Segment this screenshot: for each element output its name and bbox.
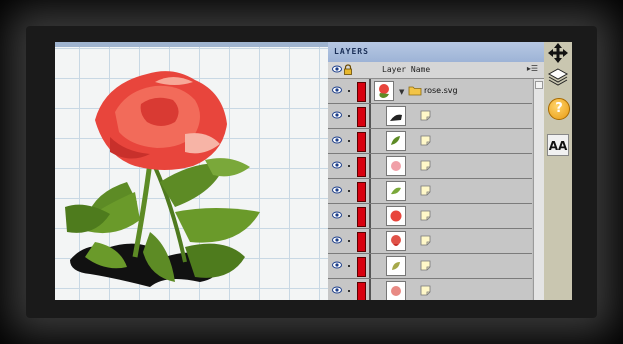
panel-title: LAYERS <box>328 42 544 62</box>
lock-toggle[interactable] <box>348 240 350 242</box>
expand-arrow-icon[interactable]: ▼ <box>399 88 404 96</box>
eye-icon[interactable] <box>332 286 342 294</box>
note-icon[interactable] <box>420 210 431 221</box>
note-icon[interactable] <box>420 135 431 146</box>
layer-thumbnail <box>386 106 406 126</box>
help-icon[interactable]: ? <box>548 98 570 120</box>
layer-row[interactable] <box>328 154 532 179</box>
text-size-button[interactable]: AA <box>547 134 569 156</box>
layer-row[interactable] <box>328 204 532 229</box>
divider <box>369 179 371 203</box>
panel-menu-icon[interactable]: ▸☰ <box>527 64 538 73</box>
note-icon[interactable] <box>420 285 431 296</box>
lock-toggle[interactable] <box>348 90 350 92</box>
folder-icon <box>408 86 422 96</box>
layer-thumbnail <box>386 231 406 251</box>
divider <box>369 229 371 253</box>
eye-icon[interactable] <box>332 111 342 119</box>
eye-icon[interactable] <box>332 136 342 144</box>
layer-thumbnail <box>386 281 406 300</box>
layer-row[interactable] <box>328 179 532 204</box>
layer-group-name: rose.svg <box>424 86 458 95</box>
layer-color-swatch[interactable] <box>357 157 366 177</box>
layer-thumbnail <box>374 81 394 101</box>
divider <box>369 129 371 153</box>
lock-toggle[interactable] <box>348 140 350 142</box>
lock-toggle[interactable] <box>348 290 350 292</box>
layer-list: ▼ rose.svg <box>328 79 532 300</box>
note-icon[interactable] <box>420 160 431 171</box>
right-toolbar: ? AA <box>544 42 572 300</box>
note-icon[interactable] <box>420 110 431 121</box>
lock-toggle[interactable] <box>348 265 350 267</box>
layers-header: Layer Name ▸☰ <box>328 62 544 79</box>
lock-toggle[interactable] <box>348 190 350 192</box>
layer-thumbnail <box>386 256 406 276</box>
layer-row[interactable] <box>328 104 532 129</box>
layers-scrollbar[interactable] <box>533 79 544 300</box>
eye-icon[interactable] <box>332 211 342 219</box>
leaf <box>175 208 260 243</box>
layer-thumbnail <box>386 181 406 201</box>
eye-icon[interactable] <box>332 236 342 244</box>
lock-toggle[interactable] <box>348 215 350 217</box>
layer-color-swatch[interactable] <box>357 257 366 277</box>
divider <box>369 279 371 300</box>
drawing-canvas[interactable] <box>55 42 328 300</box>
note-icon[interactable] <box>420 260 431 271</box>
layer-group-row[interactable]: ▼ rose.svg <box>328 79 532 104</box>
layer-color-swatch[interactable] <box>357 182 366 202</box>
divider <box>369 79 371 103</box>
note-icon[interactable] <box>420 235 431 246</box>
lock-icon[interactable] <box>343 64 353 75</box>
layer-row[interactable] <box>328 254 532 279</box>
scroll-up-button[interactable] <box>535 81 543 89</box>
eye-icon[interactable] <box>332 161 342 169</box>
layer-thumbnail <box>386 156 406 176</box>
layer-name-header: Layer Name <box>382 65 431 74</box>
layer-color-swatch[interactable] <box>357 107 366 127</box>
canvas-ruler <box>55 42 328 47</box>
eye-icon[interactable] <box>332 261 342 269</box>
layer-color-swatch[interactable] <box>357 82 366 102</box>
layer-row[interactable] <box>328 279 532 300</box>
divider <box>369 204 371 228</box>
lock-toggle[interactable] <box>348 115 350 117</box>
layer-color-swatch[interactable] <box>357 207 366 227</box>
layers-icon[interactable] <box>547 66 569 88</box>
layer-thumbnail <box>386 206 406 226</box>
leaf <box>185 243 245 278</box>
move-icon[interactable] <box>547 42 569 64</box>
layer-thumbnail <box>386 131 406 151</box>
layer-row[interactable] <box>328 129 532 154</box>
eye-icon[interactable] <box>332 86 342 94</box>
eye-icon[interactable] <box>332 186 342 194</box>
note-icon[interactable] <box>420 185 431 196</box>
layer-color-swatch[interactable] <box>357 282 366 300</box>
layer-color-swatch[interactable] <box>357 132 366 152</box>
lock-toggle[interactable] <box>348 165 350 167</box>
layer-color-swatch[interactable] <box>357 232 366 252</box>
layer-row[interactable] <box>328 229 532 254</box>
eye-icon[interactable] <box>332 65 342 73</box>
divider <box>369 254 371 278</box>
rose-artwork[interactable] <box>55 42 328 300</box>
divider <box>369 104 371 128</box>
divider <box>369 154 371 178</box>
layers-panel: LAYERS Layer Name ▸☰ ▼ rose.svg <box>328 42 544 300</box>
